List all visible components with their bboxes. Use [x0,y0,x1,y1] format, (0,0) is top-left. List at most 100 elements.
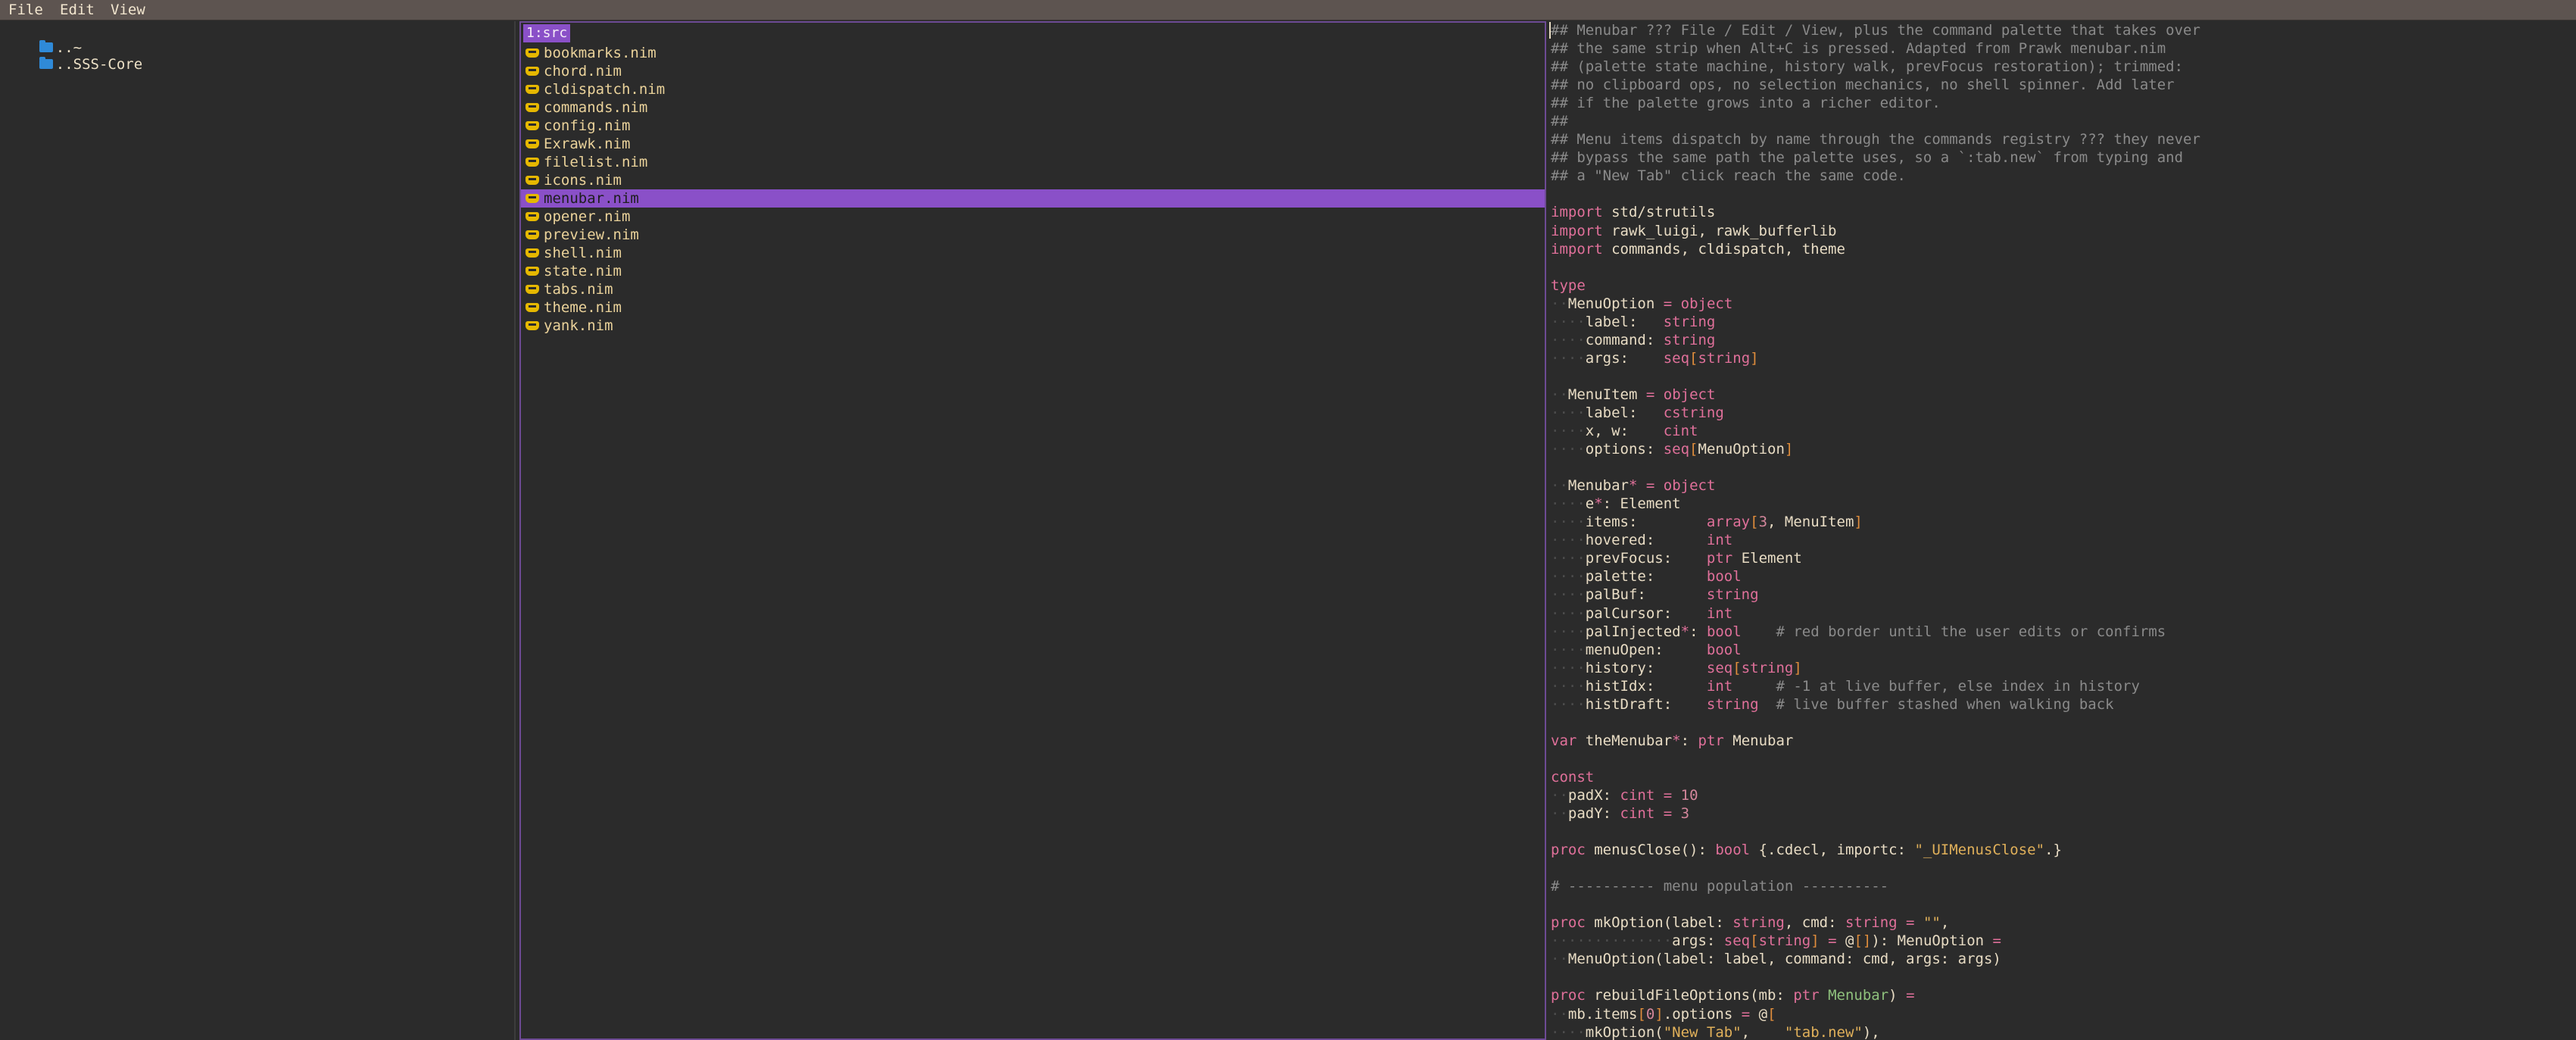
code-line: ····options: seq[MenuOption] [1551,440,2200,458]
file-list-item[interactable]: chord.nim [521,62,1545,80]
code-token: args: [1585,349,1664,367]
file-list-pane: 1:src bookmarks.nim chord.nim cldispatch.n… [519,21,1546,1040]
file-list-item[interactable]: filelist.nim [521,153,1545,171]
code-line: type [1551,276,2200,295]
tab-src[interactable]: 1:src [523,24,571,42]
code-token: Menubar [1723,732,1794,749]
menu-view[interactable]: View [111,0,145,20]
code-line: ## Menu items dispatch by name through t… [1551,130,2200,148]
code-token: ## if the palette grows into a richer ed… [1551,95,1941,112]
code-token: ·· [1551,477,1568,495]
file-list-item[interactable]: preview.nim [521,226,1545,244]
code-line: import std/strutils [1551,203,2200,221]
code-token: histIdx: [1585,677,1707,695]
code-token: ) [1888,987,1907,1004]
file-list-item[interactable]: commands.nim [521,98,1545,117]
code-line: ····history: seq[string] [1551,659,2200,677]
nim-file-icon [525,85,539,94]
code-token: ···· [1551,1023,1586,1040]
file-list-item[interactable]: state.nim [521,262,1545,280]
code-line: ····palette: bool [1551,567,2200,586]
nim-file-icon [525,303,539,312]
code-token: object [1680,295,1733,312]
code-line: import rawk_luigi, rawk_bufferlib [1551,222,2200,240]
code-token: label: [1585,404,1664,421]
menu-edit[interactable]: Edit [60,0,95,20]
file-list-item[interactable]: yank.nim [521,317,1545,335]
code-line: ····items: array[3, MenuItem] [1551,513,2200,531]
code-token: int [1706,532,1733,549]
code-token: ] [1810,932,1820,950]
code-token: seq [1663,349,1690,367]
code-token: bool [1706,568,1742,586]
code-token: {.cdecl, importc: [1750,842,1915,859]
nim-file-icon [525,321,539,330]
code-token: import [1551,240,1603,258]
code-token: = [1645,386,1655,403]
code-token: ] [1793,659,1802,676]
code-token: ···· [1551,349,1586,367]
file-name: shell.nim [544,245,622,261]
folder-icon [39,57,53,69]
code-token: ···· [1551,331,1586,348]
file-list-item[interactable]: theme.nim [521,298,1545,317]
file-list-item[interactable]: icons.nim [521,171,1545,189]
file-list-item[interactable]: Exrawk.nim [521,135,1545,153]
file-list-item[interactable]: bookmarks.nim [521,44,1545,62]
code-token: : [1689,623,1707,640]
menu-file[interactable]: File [8,0,43,20]
code-token: proc [1551,842,1586,859]
code-token: ···· [1551,550,1586,567]
code-line: ····label: string [1551,313,2200,331]
code-line: ## no clipboard ops, no selection mechan… [1551,76,2200,94]
code-line: ··MenuItem = object [1551,386,2200,404]
nim-file-icon [525,267,539,276]
code-token: MenuItem [1567,386,1646,403]
file-list-item[interactable]: tabs.nim [521,280,1545,298]
code-line: ····prevFocus: ptr Element [1551,549,2200,567]
code-token: string [1698,349,1751,367]
file-name: menubar.nim [544,190,639,207]
file-list-item[interactable]: opener.nim [521,208,1545,226]
code-token: var [1551,732,1577,749]
code-token: history: [1585,659,1707,676]
code-token: # ---------- menu population ---------- [1551,878,1889,895]
code-token: = [1906,987,1915,1004]
code-token: # live buffer stashed when walking back [1776,695,2114,713]
code-line: ··padY: cint = 3 [1551,804,2200,823]
file-list-item[interactable]: menubar.nim [521,189,1545,208]
file-list-item[interactable]: shell.nim [521,244,1545,262]
code-token: ] [1654,1005,1664,1023]
file-list-item[interactable]: cldispatch.nim [521,80,1545,98]
dir-entry-home[interactable]: ..~ [5,23,82,56]
code-token: @ [1836,932,1854,950]
code-line: ## bypass the same path the palette uses… [1551,148,2200,167]
file-list-item[interactable]: config.nim [521,117,1545,135]
code-token: ## Menu items dispatch by name through t… [1551,131,2200,148]
file-name: bookmarks.nim [544,45,656,61]
code-token: menuOpen: [1585,641,1707,658]
code-token: * [1672,732,1681,749]
code-token: Element [1732,550,1802,567]
code-token: = [1663,786,1673,804]
code-token: ···· [1551,568,1586,586]
code-token: padX: [1567,786,1620,804]
code-line: ····e*: Element [1551,495,2200,513]
code-token: ## bypass the same path the palette uses… [1551,149,2184,167]
dir-entry-sss-core[interactable]: ..SSS-Core [5,39,142,73]
code-line: ····palBuf: string [1551,586,2200,604]
code-token: 3 [1680,805,1690,823]
nim-file-icon [525,139,539,148]
file-list: bookmarks.nim chord.nim cldispatch.nim comm… [521,44,1545,335]
